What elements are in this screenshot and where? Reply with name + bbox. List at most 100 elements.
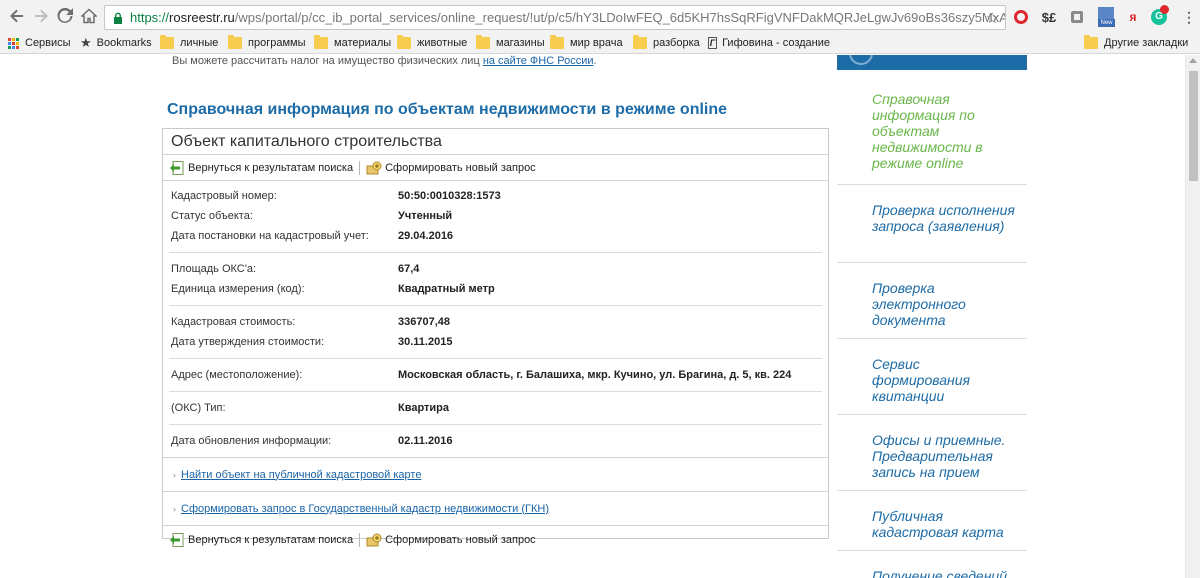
bookmark-folder-razborka[interactable]: разборка — [633, 35, 700, 51]
bookmark-label: Сервисы — [25, 37, 71, 49]
bookmark-label: материалы — [334, 37, 392, 49]
back-to-results-label: Вернуться к результатам поиска — [188, 161, 354, 174]
news-badge: New — [1098, 19, 1115, 27]
object-fields: Кадастровый номер: 50:50:0010328:1573 Ст… — [163, 181, 828, 457]
yandex-icon[interactable]: я — [1124, 8, 1142, 26]
other-bookmarks[interactable]: Другие закладки — [1084, 35, 1188, 51]
gkn-request-link[interactable]: Сформировать запрос в Государственный ка… — [181, 503, 549, 515]
field-label: Дата утверждения стоимости: — [171, 336, 325, 348]
grammarly-badge — [1160, 5, 1169, 14]
field-row-cadastral-cost: Кадастровая стоимость: 336707,48 — [169, 312, 822, 332]
bookmark-folder-magaziny[interactable]: магазины — [476, 35, 545, 51]
folder-icon — [397, 35, 411, 49]
field-label: Площадь ОКС'а: — [171, 263, 256, 275]
field-group-update: Дата обновления информации: 02.11.2016 — [169, 425, 822, 457]
services-sidebar: Справочная информация по объектам недвиж… — [837, 74, 1027, 578]
sidebar-item-public-map[interactable]: Публичная кадастровая карта — [837, 491, 1027, 551]
forward-arrow-icon[interactable] — [30, 5, 52, 27]
new-request-button[interactable]: Сформировать новый запрос — [366, 533, 536, 547]
field-value: 67,4 — [398, 263, 420, 275]
tax-note-end: . — [593, 55, 597, 67]
apps-icon — [8, 37, 19, 49]
bookmark-label: животные — [417, 37, 468, 49]
field-row-cadastral-number: Кадастровый номер: 50:50:0010328:1573 — [169, 186, 822, 206]
url-host: rosreestr.ru — [169, 10, 235, 25]
page-viewport: Вы можете рассчитать налог на имущество … — [0, 55, 1200, 578]
browser-toolbar: https://rosreestr.ru/wps/portal/p/cc_ib_… — [0, 0, 1200, 32]
scroll-thumb[interactable] — [1189, 71, 1198, 181]
bookmark-folder-mir-vracha[interactable]: мир врача — [550, 35, 623, 51]
puzzle-extension-icon[interactable] — [1068, 8, 1086, 26]
object-card: Объект капитального строительства Вернут… — [162, 128, 829, 547]
currency-extension-icon[interactable]: $£ — [1038, 8, 1060, 26]
news-extension-icon[interactable]: New — [1096, 6, 1116, 28]
gkn-link-row: › Сформировать запрос в Государственный … — [163, 491, 828, 525]
field-row-status: Статус объекта: Учтенный — [169, 206, 822, 226]
card-actions-bottom: Вернуться к результатам поиска Сформиров… — [163, 525, 828, 553]
bookmark-folder-lichnye[interactable]: личные — [160, 35, 218, 51]
gif-icon: Г — [708, 37, 718, 49]
folder-icon — [228, 35, 242, 49]
sidebar-item-reference-info[interactable]: Справочная информация по объектам недвиж… — [837, 74, 1027, 185]
field-value: Московская область, г. Балашиха, мкр. Ку… — [398, 369, 792, 381]
map-link-row: › Найти объект на публичной кадастровой … — [163, 457, 828, 491]
field-label: Кадастровая стоимость: — [171, 316, 296, 328]
field-row-area: Площадь ОКС'а: 67,4 — [169, 259, 822, 279]
back-to-results-button[interactable]: Вернуться к результатам поиска — [169, 532, 354, 547]
field-row-cost-date: Дата утверждения стоимости: 30.11.2015 — [169, 332, 822, 352]
field-value: 30.11.2015 — [398, 336, 453, 348]
field-group-cost: Кадастровая стоимость: 336707,48 Дата ут… — [169, 306, 822, 359]
back-arrow-icon[interactable] — [6, 5, 28, 27]
address-bar[interactable]: https://rosreestr.ru/wps/portal/p/cc_ib_… — [104, 5, 1006, 30]
field-label: Статус объекта: — [171, 210, 253, 222]
bookmark-folder-programmy[interactable]: программы — [228, 35, 305, 51]
grammarly-icon[interactable]: G — [1150, 5, 1169, 26]
field-value: 336707,48 — [398, 316, 450, 328]
bookmark-star-icon[interactable]: ☆ — [986, 9, 999, 27]
new-request-button[interactable]: Сформировать новый запрос — [366, 161, 536, 175]
bookmark-services[interactable]: Сервисы — [8, 35, 71, 51]
bookmarks-bar: Сервисы ★ Bookmarks личные программы мат… — [0, 32, 1200, 54]
star-icon: ★ — [80, 35, 92, 50]
new-request-label: Сформировать новый запрос — [385, 533, 536, 546]
bookmark-folder-materialy[interactable]: материалы — [314, 35, 391, 51]
sidebar-item-offices[interactable]: Офисы и приемные. Предварительная запись… — [837, 415, 1027, 491]
actions-divider — [359, 160, 361, 175]
fns-link[interactable]: на сайте ФНС России — [483, 55, 594, 67]
bookmark-folder-zhivotnye[interactable]: животные — [397, 35, 467, 51]
back-to-results-button[interactable]: Вернуться к результатам поиска — [169, 160, 354, 175]
bookmark-gifovina[interactable]: Г Гифовина - создание — [708, 35, 830, 51]
new-request-icon — [366, 533, 382, 546]
sidebar-item-request-check[interactable]: Проверка исполнения запроса (заявления) — [837, 185, 1027, 263]
sidebar-item-get-info[interactable]: Получение сведений — [837, 551, 1027, 578]
folder-icon — [160, 35, 174, 49]
folder-icon — [314, 35, 328, 49]
folder-icon — [476, 35, 490, 49]
page-scrollbar[interactable] — [1185, 55, 1200, 578]
menu-dots-icon[interactable]: ⋮ — [1180, 8, 1198, 26]
public-map-link[interactable]: Найти объект на публичной кадастровой ка… — [181, 469, 421, 481]
chevron-right-icon: › — [173, 469, 176, 480]
sidebar-item-receipt-service[interactable]: Сервис формирования квитанции — [837, 339, 1027, 415]
section-title: Справочная информация по объектам недвиж… — [167, 101, 728, 118]
tax-note-text: Вы можете рассчитать налог на имущество … — [172, 55, 480, 67]
field-row-update-date: Дата обновления информации: 02.11.2016 — [169, 431, 822, 451]
field-label: Единица измерения (код): — [171, 283, 305, 295]
scroll-up-arrow-icon[interactable] — [1189, 58, 1197, 63]
bookmark-bookmarks[interactable]: ★ Bookmarks — [80, 35, 152, 51]
reload-icon[interactable] — [54, 5, 76, 27]
circle-icon — [849, 55, 873, 65]
bookmark-label: личные — [180, 37, 219, 49]
field-label: Адрес (местоположение): — [171, 369, 303, 381]
bookmark-label: магазины — [496, 37, 545, 49]
folder-icon — [550, 35, 564, 49]
back-to-results-label: Вернуться к результатам поиска — [188, 533, 354, 546]
opera-icon[interactable] — [1012, 8, 1030, 26]
field-group-registration: Кадастровый номер: 50:50:0010328:1573 Ст… — [169, 181, 822, 253]
card-title: Объект капитального строительства — [163, 129, 828, 155]
sidebar-header — [837, 55, 1027, 70]
bookmark-label: мир врача — [570, 37, 623, 49]
sidebar-item-document-check[interactable]: Проверка электронного документа — [837, 263, 1027, 339]
bookmark-label: программы — [248, 37, 306, 49]
home-icon[interactable] — [78, 5, 100, 27]
